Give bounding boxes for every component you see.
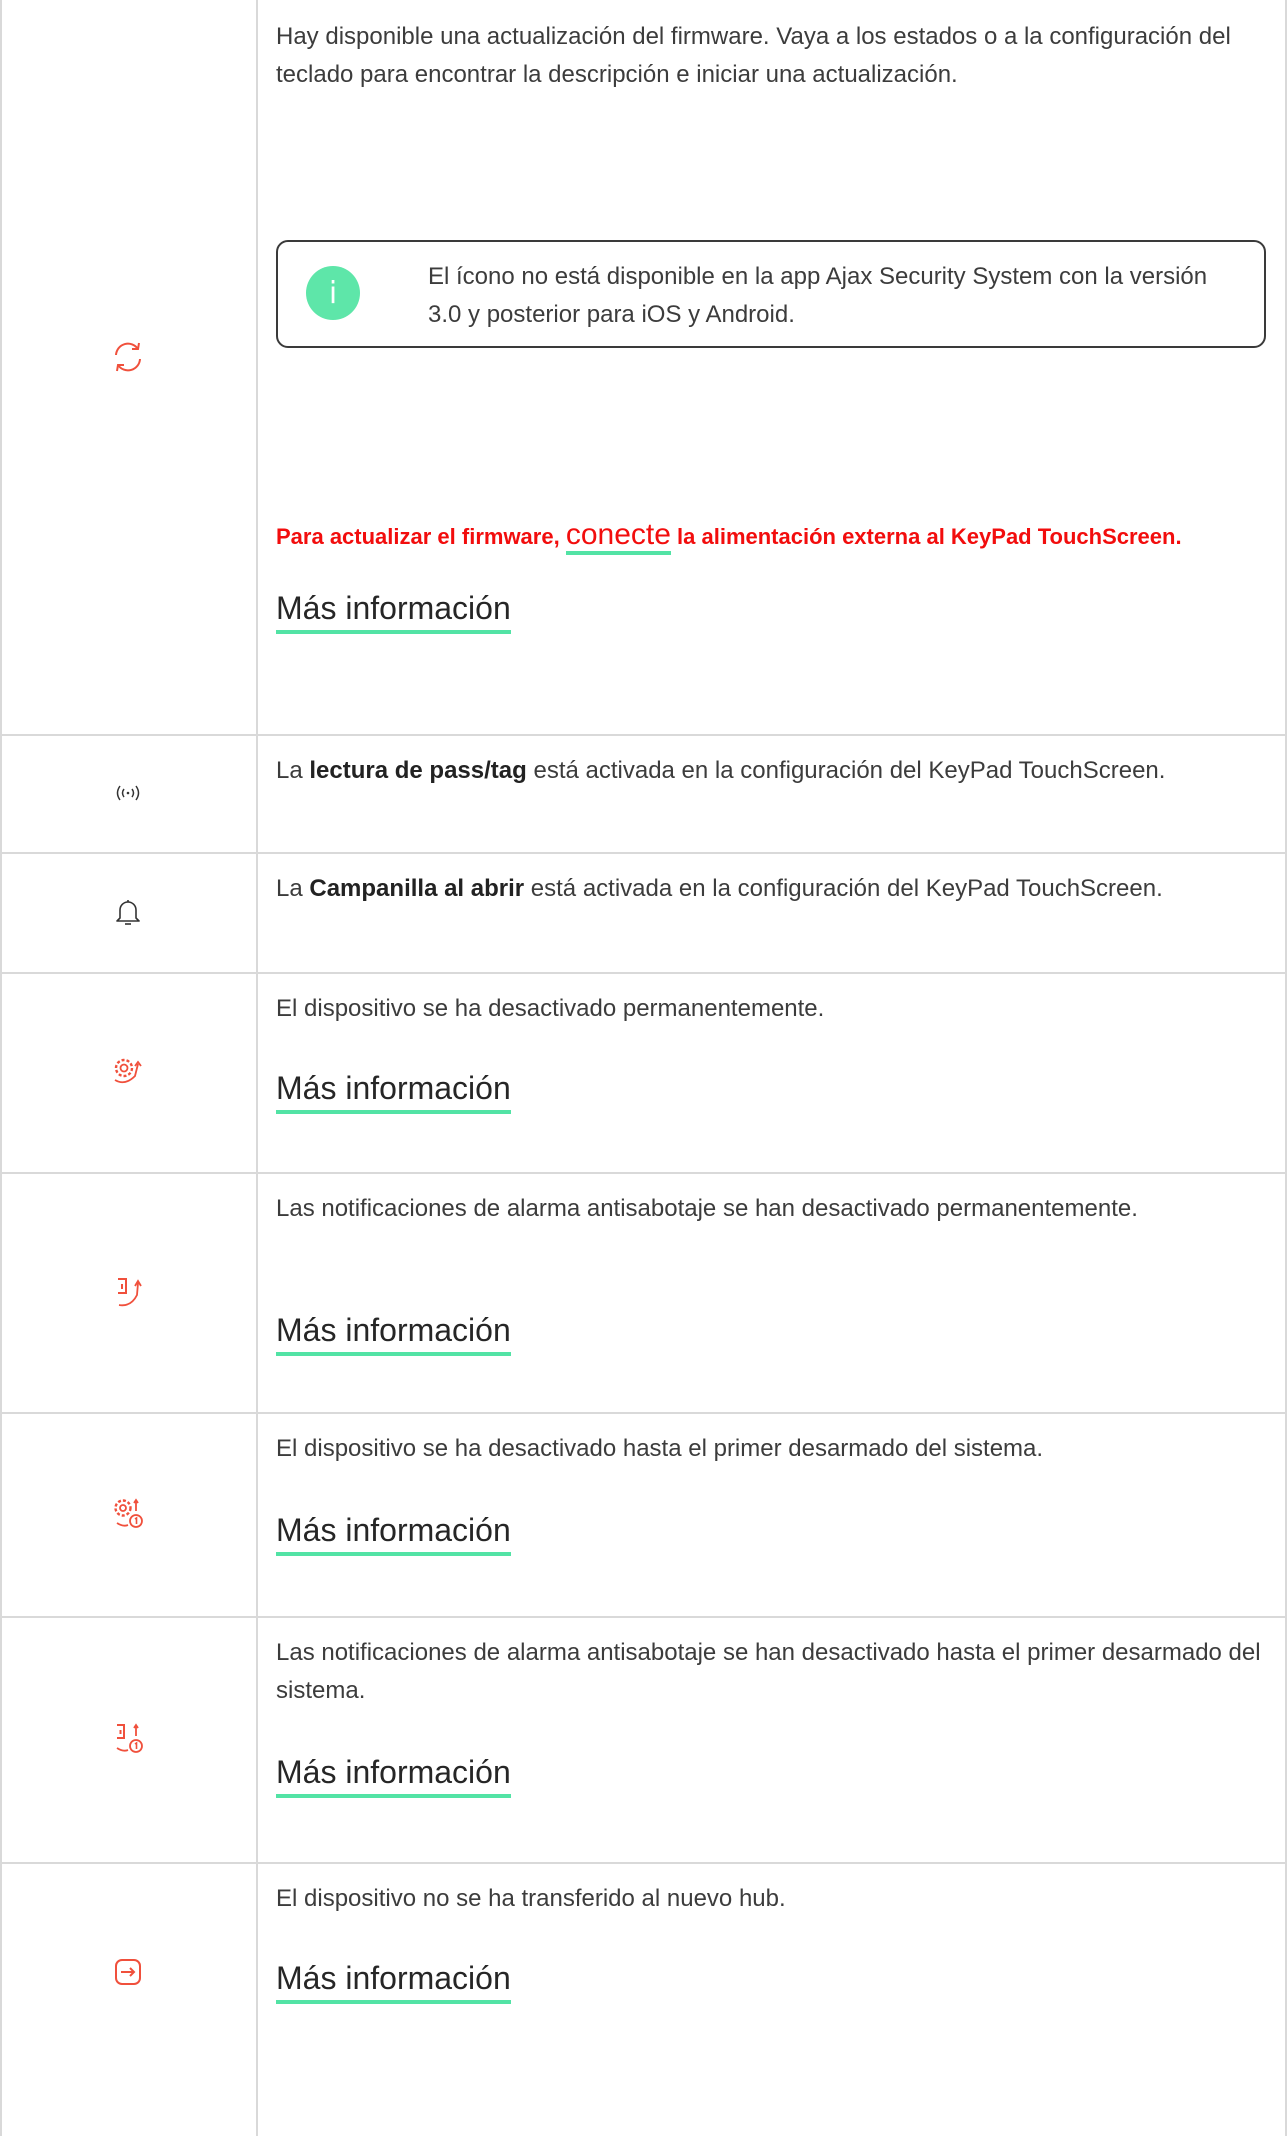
table-row-tamper-off: Las notificaciones de alarma antisabotaj… — [0, 1172, 1287, 1414]
table-row-tamper-once: Las notificaciones de alarma antisabotaj… — [0, 1616, 1287, 1864]
more-info-link[interactable]: Más información — [276, 1510, 511, 1556]
table-row-chime: La Campanilla al abrir está activada en … — [0, 852, 1287, 974]
transfer-icon — [115, 1959, 141, 1985]
rfid-icon — [116, 785, 140, 801]
firmware-warning: Para actualizar el firmware, conecte la … — [276, 516, 1266, 556]
table-row-pass-tag: La lectura de pass/tag está activada en … — [0, 734, 1287, 854]
gear-deactivated-icon — [114, 1058, 142, 1084]
bell-icon — [116, 900, 140, 925]
firmware-description: Hay disponible una actualización del fir… — [276, 23, 1231, 88]
info-icon: i — [306, 266, 360, 320]
deactivated-once-description: El dispositivo se ha desactivado hasta e… — [276, 1435, 1044, 1462]
deactivated-description: El dispositivo se ha desactivado permane… — [276, 995, 825, 1022]
chime-description: La Campanilla al abrir está activada en … — [276, 875, 1163, 902]
connect-link[interactable]: conecte — [565, 518, 671, 555]
info-note: i El ícono no está disponible en la app … — [276, 240, 1266, 348]
table-row-not-transferred: El dispositivo no se ha transferido al n… — [0, 1862, 1287, 2136]
tamper-deactivated-icon — [118, 1278, 142, 1307]
more-info-link[interactable]: Más información — [276, 1958, 511, 2004]
info-note-text: El ícono no está disponible en la app Aj… — [428, 263, 1208, 328]
table-row-deactivated: El dispositivo se ha desactivado permane… — [0, 972, 1287, 1174]
not-transferred-description: El dispositivo no se ha transferido al n… — [276, 1885, 786, 1912]
pass-tag-description: La lectura de pass/tag está activada en … — [276, 757, 1166, 784]
table-row-firmware: Hay disponible una actualización del fir… — [0, 0, 1287, 736]
table-row-deactivated-once: El dispositivo se ha desactivado hasta e… — [0, 1412, 1287, 1618]
refresh-icon — [115, 342, 141, 372]
more-info-link[interactable]: Más información — [276, 588, 511, 634]
icon-cell — [0, 0, 256, 734]
more-info-link[interactable]: Más información — [276, 1752, 511, 1798]
more-info-link[interactable]: Más información — [276, 1310, 511, 1356]
more-info-link[interactable]: Más información — [276, 1068, 511, 1114]
gear-once-icon — [114, 1498, 143, 1528]
tamper-once-icon — [116, 1723, 143, 1753]
tamper-once-description: Las notificaciones de alarma antisabotaj… — [276, 1639, 1261, 1704]
tamper-off-description: Las notificaciones de alarma antisabotaj… — [276, 1195, 1138, 1222]
